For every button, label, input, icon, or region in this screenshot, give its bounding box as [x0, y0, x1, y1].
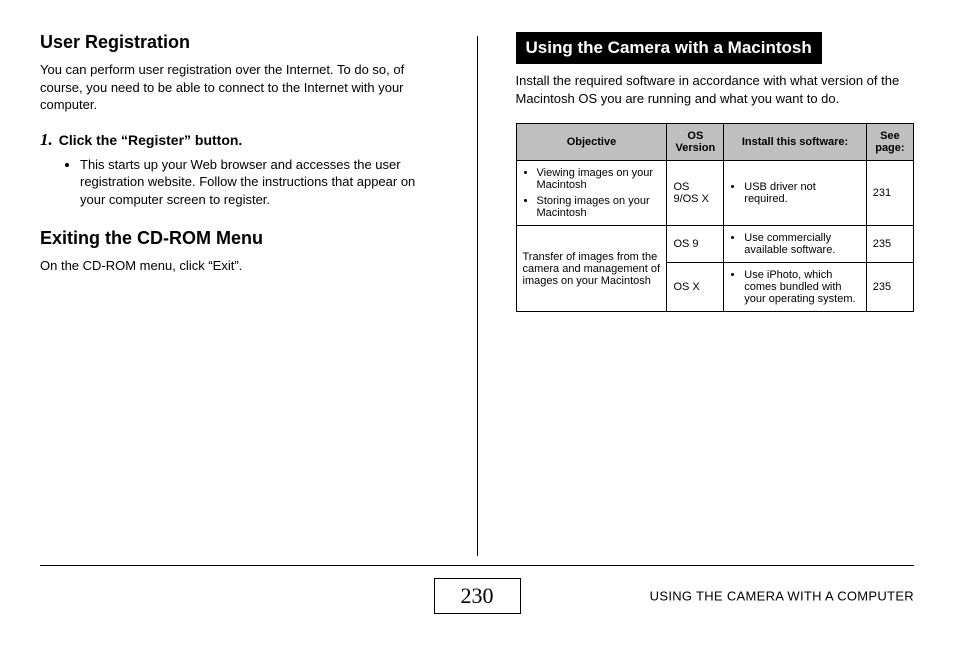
th-install: Install this software: — [724, 124, 867, 161]
column-divider — [477, 36, 478, 556]
table-row: Transfer of images from the camera and m… — [516, 226, 914, 263]
th-os-version: OS Version — [667, 124, 724, 161]
th-see-page: See page: — [866, 124, 913, 161]
cell-page: 235 — [866, 263, 913, 312]
cell-objective: Viewing images on your Macintosh Storing… — [516, 161, 667, 226]
para-exiting-cdrom: On the CD-ROM menu, click “Exit”. — [40, 257, 439, 275]
cell-page: 231 — [866, 161, 913, 226]
software-table: Objective OS Version Install this softwa… — [516, 123, 915, 312]
footer-rule — [40, 565, 914, 566]
cell-page: 235 — [866, 226, 913, 263]
step-detail-list: This starts up your Web browser and acce… — [40, 156, 439, 209]
cell-os: OS X — [667, 263, 724, 312]
install-item: USB driver not required. — [744, 181, 860, 205]
cell-install: Use iPhoto, which comes bundled with you… — [724, 263, 867, 312]
para-user-registration: You can perform user registration over t… — [40, 61, 439, 114]
para-mac-intro: Install the required software in accorda… — [516, 72, 915, 107]
objective-item: Storing images on your Macintosh — [537, 195, 661, 219]
th-objective: Objective — [516, 124, 667, 161]
banner-macintosh: Using the Camera with a Macintosh — [516, 32, 822, 64]
objective-item: Viewing images on your Macintosh — [537, 167, 661, 191]
page-footer: 230 USING THE CAMERA WITH A COMPUTER — [40, 565, 914, 616]
step-number: 1. — [40, 130, 53, 150]
step-instruction: Click the “Register” button. — [59, 130, 243, 150]
install-item: Use commercially available software. — [744, 232, 860, 256]
install-item: Use iPhoto, which comes bundled with you… — [744, 269, 860, 305]
cell-os: OS 9 — [667, 226, 724, 263]
step-1: 1. Click the “Register” button. — [40, 130, 439, 150]
cell-os: OS 9/OS X — [667, 161, 724, 226]
cell-install: Use commercially available software. — [724, 226, 867, 263]
cell-install: USB driver not required. — [724, 161, 867, 226]
heading-exiting-cdrom: Exiting the CD-ROM Menu — [40, 228, 439, 249]
heading-user-registration: User Registration — [40, 32, 439, 53]
table-row: Viewing images on your Macintosh Storing… — [516, 161, 914, 226]
footer-section-title: USING THE CAMERA WITH A COMPUTER — [650, 589, 914, 604]
page-number: 230 — [434, 578, 521, 614]
step-detail: This starts up your Web browser and acce… — [80, 156, 439, 209]
cell-objective: Transfer of images from the camera and m… — [516, 226, 667, 312]
